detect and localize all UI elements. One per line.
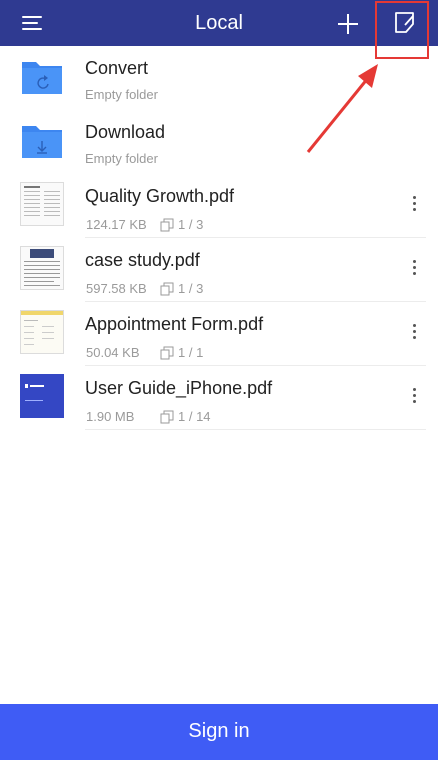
- more-options-icon[interactable]: [404, 191, 424, 217]
- pages-icon: [160, 346, 174, 360]
- top-app-bar: Local: [0, 0, 438, 46]
- page-count: 1 / 3: [178, 217, 204, 232]
- folder-subtitle: Empty folder: [85, 87, 158, 102]
- more-options-icon[interactable]: [404, 319, 424, 345]
- folder-row[interactable]: Download Empty folder: [0, 110, 438, 174]
- file-row[interactable]: case study.pdf 597.58 KB 1 / 3: [0, 238, 438, 302]
- pages-icon: [160, 410, 174, 424]
- folder-sync-icon: [22, 62, 62, 94]
- file-row[interactable]: User Guide_iPhone.pdf 1.90 MB 1 / 14: [0, 366, 438, 430]
- plus-icon: [338, 14, 358, 34]
- file-name: Quality Growth.pdf: [85, 186, 235, 206]
- file-size: 1.90 MB: [86, 409, 135, 424]
- folder-name: Download: [85, 122, 166, 142]
- pages-icon: [160, 282, 174, 296]
- file-size: 50.04 KB: [86, 345, 140, 360]
- page-count: 1 / 14: [178, 409, 211, 424]
- folder-name: Convert: [85, 58, 149, 78]
- file-name: Appointment Form.pdf: [85, 314, 264, 334]
- file-row[interactable]: Appointment Form.pdf 50.04 KB 1 / 1: [0, 302, 438, 366]
- file-name: User Guide_iPhone.pdf: [85, 378, 273, 398]
- edit-button[interactable]: [392, 10, 418, 36]
- file-size: 597.58 KB: [86, 281, 147, 296]
- add-button[interactable]: [336, 12, 360, 36]
- file-name: case study.pdf: [85, 250, 200, 270]
- folder-row[interactable]: Convert Empty folder: [0, 46, 438, 110]
- file-row[interactable]: Quality Growth.pdf 124.17 KB 1 / 3: [0, 174, 438, 238]
- edit-note-icon: [395, 12, 414, 33]
- page-title: Local: [195, 12, 243, 34]
- pdf-thumbnail: [20, 310, 64, 354]
- page-count: 1 / 1: [178, 345, 204, 360]
- pages-icon: [160, 218, 174, 232]
- pdf-thumbnail: [20, 182, 64, 226]
- divider: [85, 429, 426, 430]
- pdf-thumbnail: [20, 374, 64, 418]
- folder-subtitle: Empty folder: [85, 151, 158, 166]
- more-options-icon[interactable]: [404, 383, 424, 409]
- file-size: 124.17 KB: [86, 217, 147, 232]
- more-options-icon[interactable]: [404, 255, 424, 281]
- folder-download-icon: [22, 126, 62, 158]
- pdf-thumbnail: [20, 246, 64, 290]
- sign-in-button[interactable]: Sign in: [0, 704, 438, 760]
- page-count: 1 / 3: [178, 281, 204, 296]
